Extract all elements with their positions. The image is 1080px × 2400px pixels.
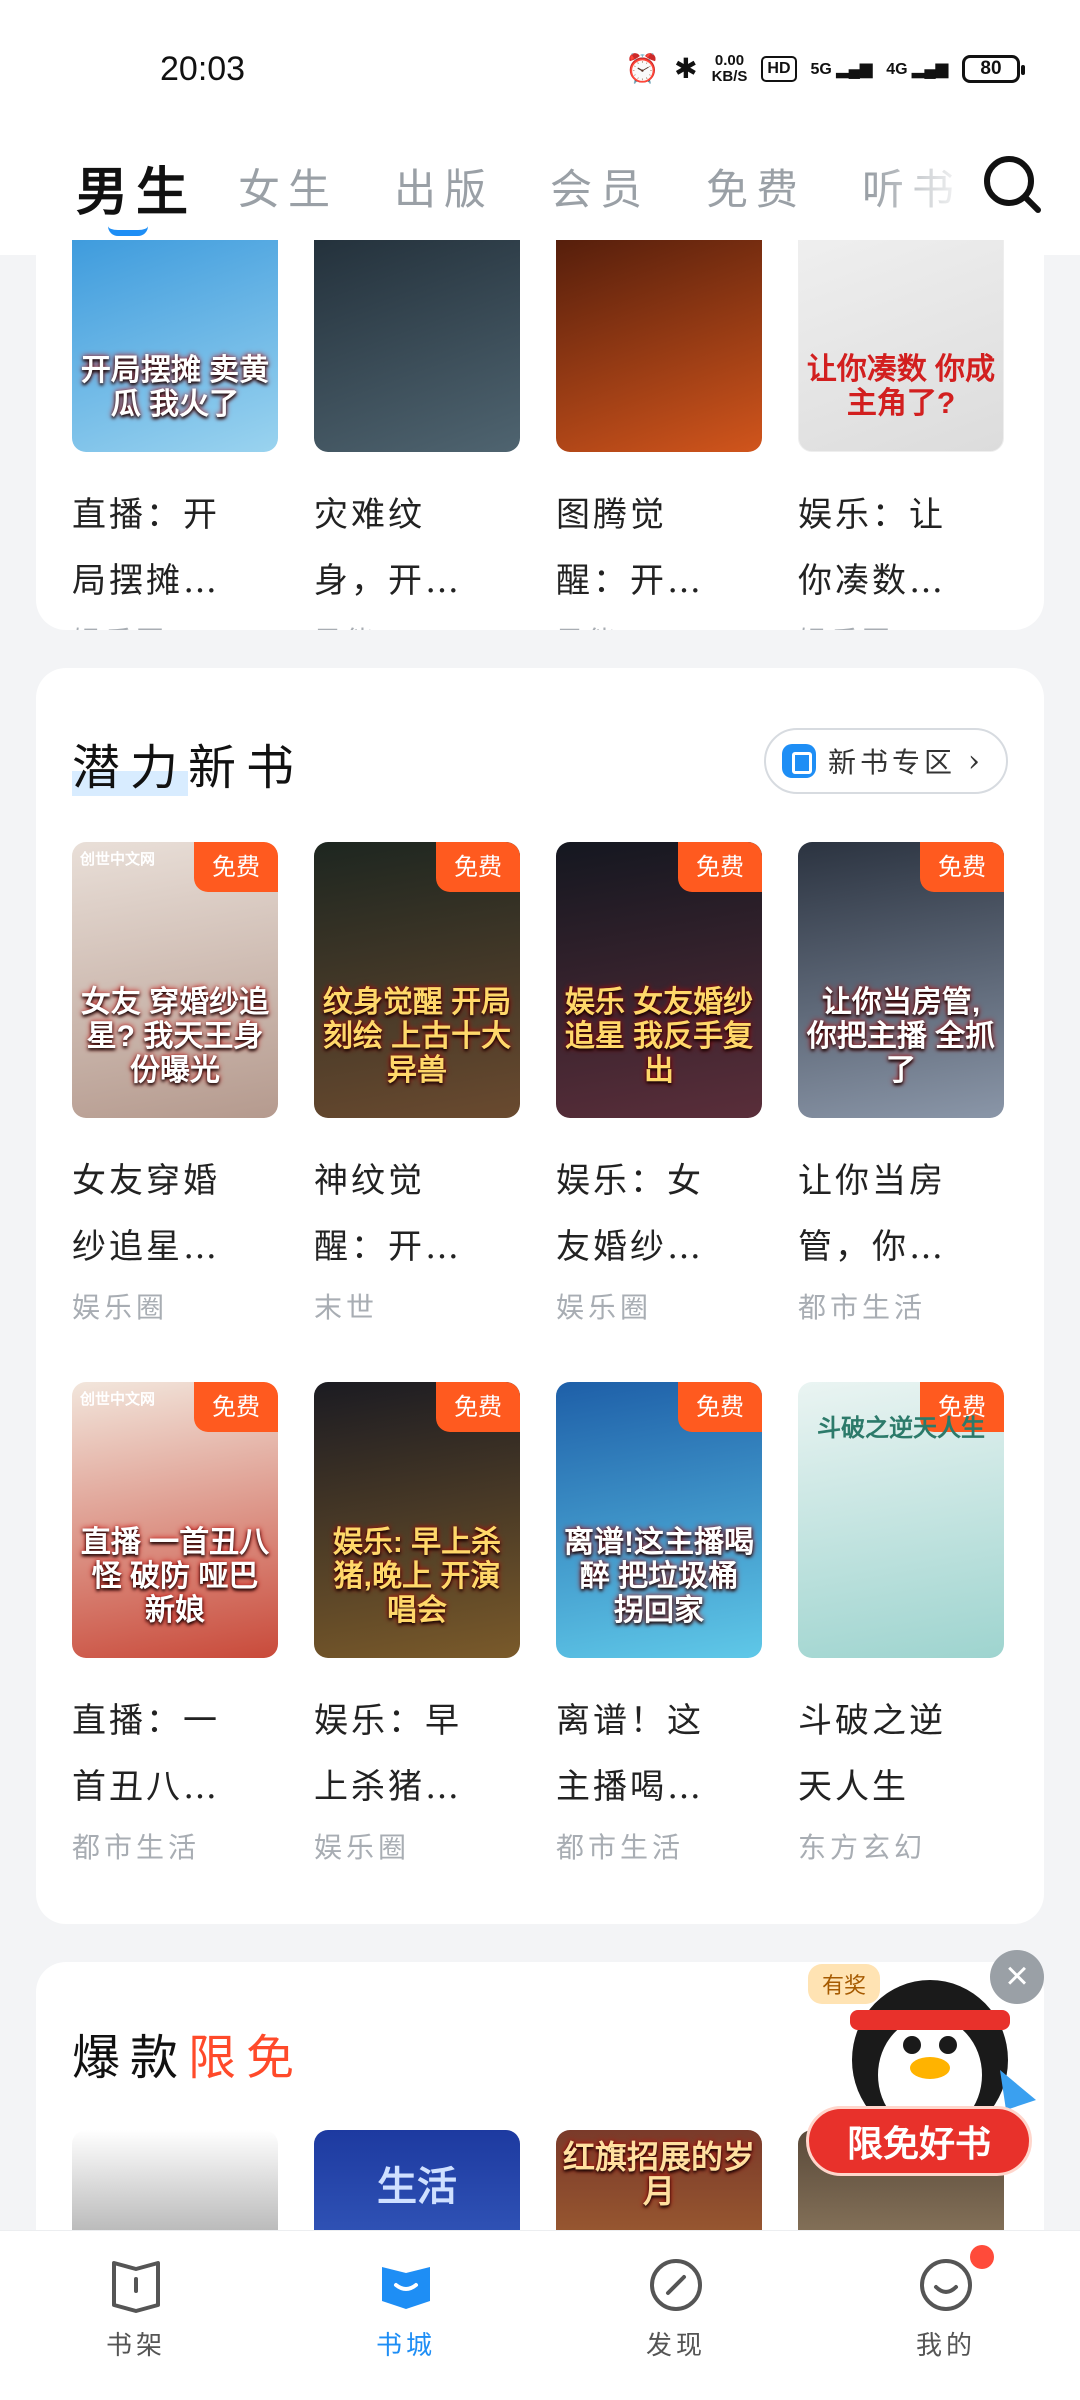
section-title: 爆款限免 <box>72 2030 305 2086</box>
book-title: 直播：一 首丑八… <box>72 1701 220 1807</box>
bookstore-icon <box>374 2253 438 2317</box>
hd-icon: HD <box>761 55 797 82</box>
free-badge: 免费 <box>436 1382 520 1432</box>
search-icon[interactable] <box>980 152 1044 216</box>
book-title: 娱乐：女 友婚纱… <box>556 1161 704 1267</box>
book-genre: 东方玄幻 <box>798 1831 927 1864</box>
status-bar: 20:03 ⏰ ✱ 0.00 KB/S HD 5G ▂▄▆ 4G ▂▄▆ 80 <box>0 0 1080 140</box>
book-genre: 都市生活 <box>556 1831 685 1864</box>
book-item[interactable]: 免费 让你当房管, 你把主播 全抓了 让你当房 管，你… 都市生活 <box>798 842 1004 1326</box>
section-title: 潜力新书 <box>72 740 305 796</box>
notification-dot <box>970 2245 994 2269</box>
book-genre: 娱乐圈 <box>72 1291 169 1324</box>
book-title: 让你当房 管，你… <box>798 1161 946 1267</box>
book-cover: 免费 娱乐 女友婚纱追星 我反手复出 <box>556 842 762 1118</box>
book-cover: 免费 离谱!这主播喝醉 把垃圾桶 拐回家 <box>556 1382 762 1658</box>
book-genre: 娱乐圈 <box>798 620 1004 630</box>
free-badge: 免费 <box>920 842 1004 892</box>
book-genre: 都市生活 <box>72 1831 201 1864</box>
recommend-card: 开局摆摊 卖黄瓜 我火了 直播：开局摆摊… 娱乐圈 灾难纹身，开… 异能 图腾觉… <box>36 240 1044 630</box>
tab-fade <box>870 140 970 255</box>
free-badge: 免费 <box>194 1382 278 1432</box>
book-item[interactable]: 免费 斗破之逆天人生 斗破之逆 天人生 东方玄幻 <box>798 1382 1004 1866</box>
tab-female[interactable]: 女生 <box>238 156 338 217</box>
book-cover: 免费 纹身觉醒 开局刻绘 上古十大异兽 <box>314 842 520 1118</box>
bottom-navigation: 书架 书城 发现 我的 <box>0 2230 1080 2400</box>
book-cover: 免费 让你当房管, 你把主播 全抓了 <box>798 842 1004 1118</box>
book-item[interactable]: 创世中文网 免费 女友 穿婚纱追星? 我天王身份曝光 女友穿婚 纱追星… 娱乐圈 <box>72 842 278 1326</box>
book-item[interactable]: 免费 娱乐: 早上杀猪,晚上 开演唱会 娱乐：早 上杀猪… 娱乐圈 <box>314 1382 520 1866</box>
book-cover: 免费 娱乐: 早上杀猪,晚上 开演唱会 <box>314 1382 520 1658</box>
book-title: 图腾觉 醒：开… <box>556 495 704 601</box>
free-badge: 免费 <box>678 1382 762 1432</box>
book-title: 神纹觉 醒：开… <box>314 1161 462 1267</box>
book-cover <box>556 240 762 452</box>
nav-bookstore[interactable]: 书城 <box>336 2253 476 2362</box>
net-speed: 0.00 KB/S <box>711 51 748 85</box>
battery-icon: 80 <box>962 54 1025 83</box>
book-item[interactable]: 免费 离谱!这主播喝醉 把垃圾桶 拐回家 离谱！这 主播喝… 都市生活 <box>556 1382 762 1866</box>
book-genre: 都市生活 <box>798 1291 927 1324</box>
book-item[interactable]: 免费 娱乐 女友婚纱追星 我反手复出 娱乐：女 友婚纱… 娱乐圈 <box>556 842 762 1326</box>
book-item[interactable]: 开局摆摊 卖黄瓜 我火了 直播：开局摆摊… 娱乐圈 <box>72 240 278 630</box>
book-genre: 异能 <box>314 620 520 630</box>
book-title: 灾难纹 身，开… <box>314 495 462 601</box>
tab-active-indicator <box>108 226 148 236</box>
promo-award-badge: 有奖 <box>808 1964 881 2004</box>
book-title: 女友穿婚 纱追星… <box>72 1161 220 1267</box>
book-title: 直播：开 局摆摊… <box>72 495 220 601</box>
category-tabs: 男生 女生 出版 会员 免费 听书 <box>0 140 1080 255</box>
chevron-right-icon: › <box>968 743 984 779</box>
close-icon[interactable]: × <box>990 1950 1044 2004</box>
book-cover: 让你凑数 你成主角了? <box>798 240 1004 452</box>
status-icons: ⏰ ✱ 0.00 KB/S HD 5G ▂▄▆ 4G ▂▄▆ 80 <box>625 51 1025 85</box>
status-time: 20:03 <box>160 50 246 88</box>
book-cover: 创世中文网 免费 直播 一首丑八怪 破防 哑巴新娘 <box>72 1382 278 1658</box>
free-badge: 免费 <box>678 842 762 892</box>
book-cover <box>314 240 520 452</box>
tab-vip[interactable]: 会员 <box>550 156 650 217</box>
book-item[interactable]: 创世中文网 免费 直播 一首丑八怪 破防 哑巴新娘 直播：一 首丑八… 都市生活 <box>72 1382 278 1866</box>
book-genre: 娱乐圈 <box>556 1291 653 1324</box>
book-title: 娱乐：早 上杀猪… <box>314 1701 462 1807</box>
alarm-icon: ⏰ <box>625 53 661 84</box>
book-genre: 末世 <box>314 1291 379 1324</box>
compass-icon <box>644 2253 708 2317</box>
free-badge: 免费 <box>436 842 520 892</box>
book-cover: 免费 斗破之逆天人生 <box>798 1382 1004 1658</box>
smile-icon <box>914 2253 978 2317</box>
tab-publish[interactable]: 出版 <box>394 156 494 217</box>
book-title: 离谱！这 主播喝… <box>556 1701 704 1807</box>
signal-5g-icon: 5G ▂▄▆ <box>810 60 873 78</box>
signal-4g-icon: 4G ▂▄▆ <box>886 60 948 78</box>
free-badge: 免费 <box>194 842 278 892</box>
book-item[interactable]: 灾难纹身，开… 异能 <box>314 240 520 630</box>
potential-new-books-section: 潜力新书 新书专区 › 创世中文网 免费 女友 穿婚纱追星? 我天王身份曝光 女… <box>36 668 1044 1924</box>
nav-discover[interactable]: 发现 <box>606 2253 746 2362</box>
book-cover: 开局摆摊 卖黄瓜 我火了 <box>72 240 278 452</box>
book-title: 斗破之逆 天人生 <box>798 1701 946 1807</box>
nav-bookshelf[interactable]: 书架 <box>66 2253 206 2362</box>
book-genre: 异能 <box>556 620 762 630</box>
book-item[interactable]: 让你凑数 你成主角了? 娱乐：让你凑数… 娱乐圈 <box>798 240 1004 630</box>
book-item[interactable]: 免费 纹身觉醒 开局刻绘 上古十大异兽 神纹觉 醒：开… 末世 <box>314 842 520 1326</box>
bookshelf-icon <box>104 2253 168 2317</box>
book-cover: 创世中文网 免费 女友 穿婚纱追星? 我天王身份曝光 <box>72 842 278 1118</box>
bluetooth-icon: ✱ <box>674 53 698 84</box>
new-books-zone-button[interactable]: 新书专区 › <box>763 728 1008 794</box>
new-books-icon <box>781 744 816 778</box>
book-title: 娱乐：让 你凑数… <box>798 495 946 601</box>
promo-free-books-button[interactable]: 限免好书 <box>806 2106 1032 2176</box>
nav-mine[interactable]: 我的 <box>876 2245 1016 2362</box>
book-genre: 娱乐圈 <box>72 620 278 630</box>
book-item[interactable]: 图腾觉醒：开… 异能 <box>556 240 762 630</box>
tab-male[interactable]: 男生 <box>76 150 196 225</box>
book-genre: 娱乐圈 <box>314 1831 411 1864</box>
tab-free[interactable]: 免费 <box>706 156 806 217</box>
